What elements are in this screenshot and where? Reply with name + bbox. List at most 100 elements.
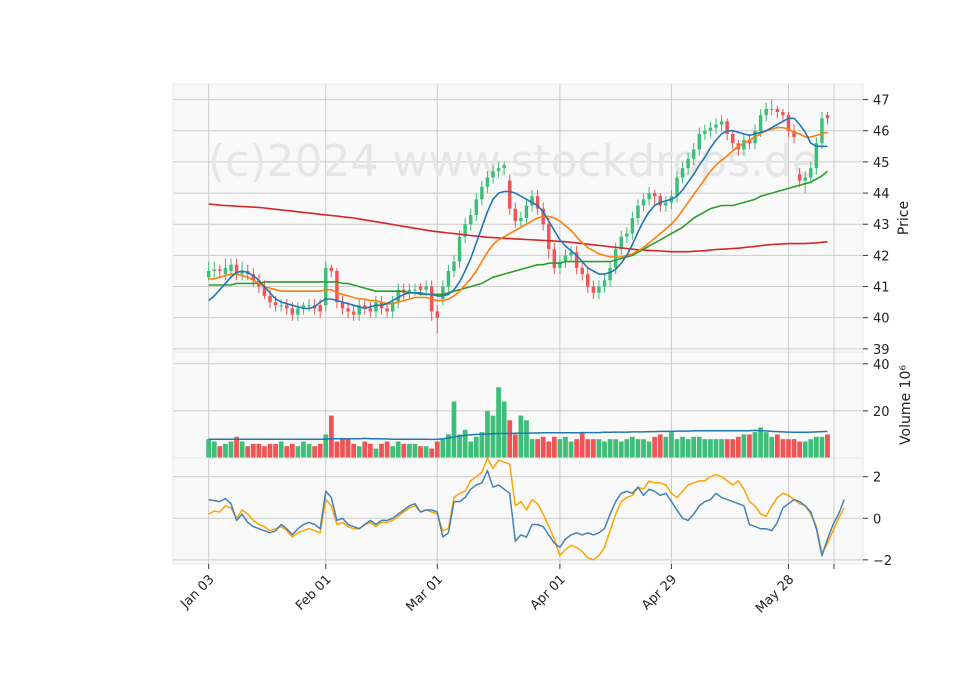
price-panel: (c)2024 www.stockdrops.de 39 40 41 42 43 44 45… xyxy=(172,83,912,358)
volume-bar xyxy=(540,436,546,458)
candle-body xyxy=(613,249,618,268)
volume-bar xyxy=(345,439,351,458)
volume-bar xyxy=(206,439,212,458)
volume-bar xyxy=(774,434,780,458)
candle-body xyxy=(552,249,557,268)
volume-bar xyxy=(351,443,357,458)
candle-body xyxy=(513,208,518,222)
volume-bar xyxy=(423,446,429,458)
candle-body xyxy=(820,118,824,144)
volume-bar xyxy=(529,439,535,458)
watermark: (c)2024 www.stockdrops.de xyxy=(208,136,819,187)
candle-body xyxy=(223,267,228,275)
volume-bar xyxy=(646,441,652,458)
volume-bar xyxy=(791,439,797,458)
volume-bar xyxy=(724,439,730,458)
volume-bar xyxy=(780,439,786,458)
volume-bar xyxy=(691,436,697,458)
volume-bar xyxy=(696,436,702,458)
volume-bar xyxy=(234,436,239,458)
volume-bar xyxy=(719,439,724,458)
volume-bar xyxy=(557,439,563,458)
volume-bar xyxy=(680,436,685,458)
candle-body xyxy=(714,124,718,128)
volume-bar xyxy=(663,436,669,458)
volume-bar xyxy=(551,436,557,458)
candle-body xyxy=(273,302,278,306)
candle-body xyxy=(457,236,462,262)
volume-bar xyxy=(607,439,613,458)
candle-body xyxy=(652,193,657,197)
volume-bar xyxy=(395,441,401,458)
volume-bar xyxy=(323,434,329,458)
volume-bar xyxy=(563,436,568,458)
volume-bar xyxy=(669,432,674,458)
volume-bar xyxy=(635,439,641,458)
candle-body xyxy=(775,108,780,113)
candle-body xyxy=(697,133,702,150)
volume-bar xyxy=(223,443,228,458)
volume-bar xyxy=(217,446,223,458)
candle-body xyxy=(285,305,289,309)
candle-body xyxy=(770,108,774,110)
volume-bar xyxy=(758,427,763,458)
candle-body xyxy=(268,295,272,303)
volume-bar xyxy=(362,441,368,458)
price-y-ticks: 39 40 41 42 43 44 45 46 47 xyxy=(863,94,890,358)
candle-body xyxy=(424,286,428,290)
price-y-tick-label: 43 xyxy=(873,218,890,233)
candle-body xyxy=(636,205,640,218)
candle-body xyxy=(647,193,651,200)
candle-body xyxy=(206,270,211,278)
price-y-tick-label: 46 xyxy=(873,125,890,140)
volume-bar xyxy=(752,432,758,458)
volume-bar xyxy=(568,441,574,458)
volume-bar xyxy=(518,415,524,458)
candle-body xyxy=(496,168,501,172)
volume-bar xyxy=(512,434,518,458)
candle-body xyxy=(597,286,601,293)
x-tick-label: Feb 01 xyxy=(293,572,335,614)
price-y-tick-label: 41 xyxy=(873,281,890,296)
volume-bar xyxy=(819,436,825,458)
oscillator-y-tick-label: −2 xyxy=(873,554,892,569)
x-tick-label: Apr 29 xyxy=(639,572,680,613)
volume-bar xyxy=(786,439,791,458)
volume-axis-label: Volume 10⁶ xyxy=(898,365,914,445)
x-tick-label: May 28 xyxy=(753,572,797,616)
candle-body xyxy=(418,286,423,290)
price-y-tick-label: 47 xyxy=(873,94,890,109)
candle-body xyxy=(485,177,490,187)
candle-body xyxy=(385,308,389,312)
volume-bar xyxy=(289,443,295,458)
candle-body xyxy=(641,199,646,206)
candle-body xyxy=(435,311,439,318)
price-y-tick-label: 42 xyxy=(873,249,890,264)
candle-body xyxy=(351,311,356,315)
candle-body xyxy=(524,205,529,218)
candle-body xyxy=(218,269,222,271)
volume-bar xyxy=(418,446,423,458)
candle-body xyxy=(374,302,378,312)
candle-body xyxy=(468,214,473,225)
volume-bar xyxy=(468,441,474,458)
volume-bar xyxy=(596,439,602,458)
volume-bar xyxy=(379,443,384,458)
candle-body xyxy=(809,168,813,178)
candle-body xyxy=(474,199,479,215)
stock-chart: (c)2024 www.stockdrops.de 39404142434445… xyxy=(172,83,914,616)
volume-bar xyxy=(462,429,468,458)
volume-bar xyxy=(262,446,267,458)
volume-bar xyxy=(407,443,412,458)
volume-bar xyxy=(630,436,635,458)
volume-bar xyxy=(457,434,462,458)
volume-bar xyxy=(334,441,340,458)
x-axis-ticks: Jan 03 Feb 01 Mar 01 Apr 01 Apr 29 May 28 xyxy=(177,564,835,616)
price-axis-label: Price xyxy=(896,201,912,235)
candle-body xyxy=(441,286,445,300)
volume-bar xyxy=(613,439,619,458)
candle-body xyxy=(781,112,785,116)
candle-body xyxy=(580,267,584,275)
volume-bar xyxy=(328,415,334,458)
price-y-tick-label: 39 xyxy=(873,343,890,358)
